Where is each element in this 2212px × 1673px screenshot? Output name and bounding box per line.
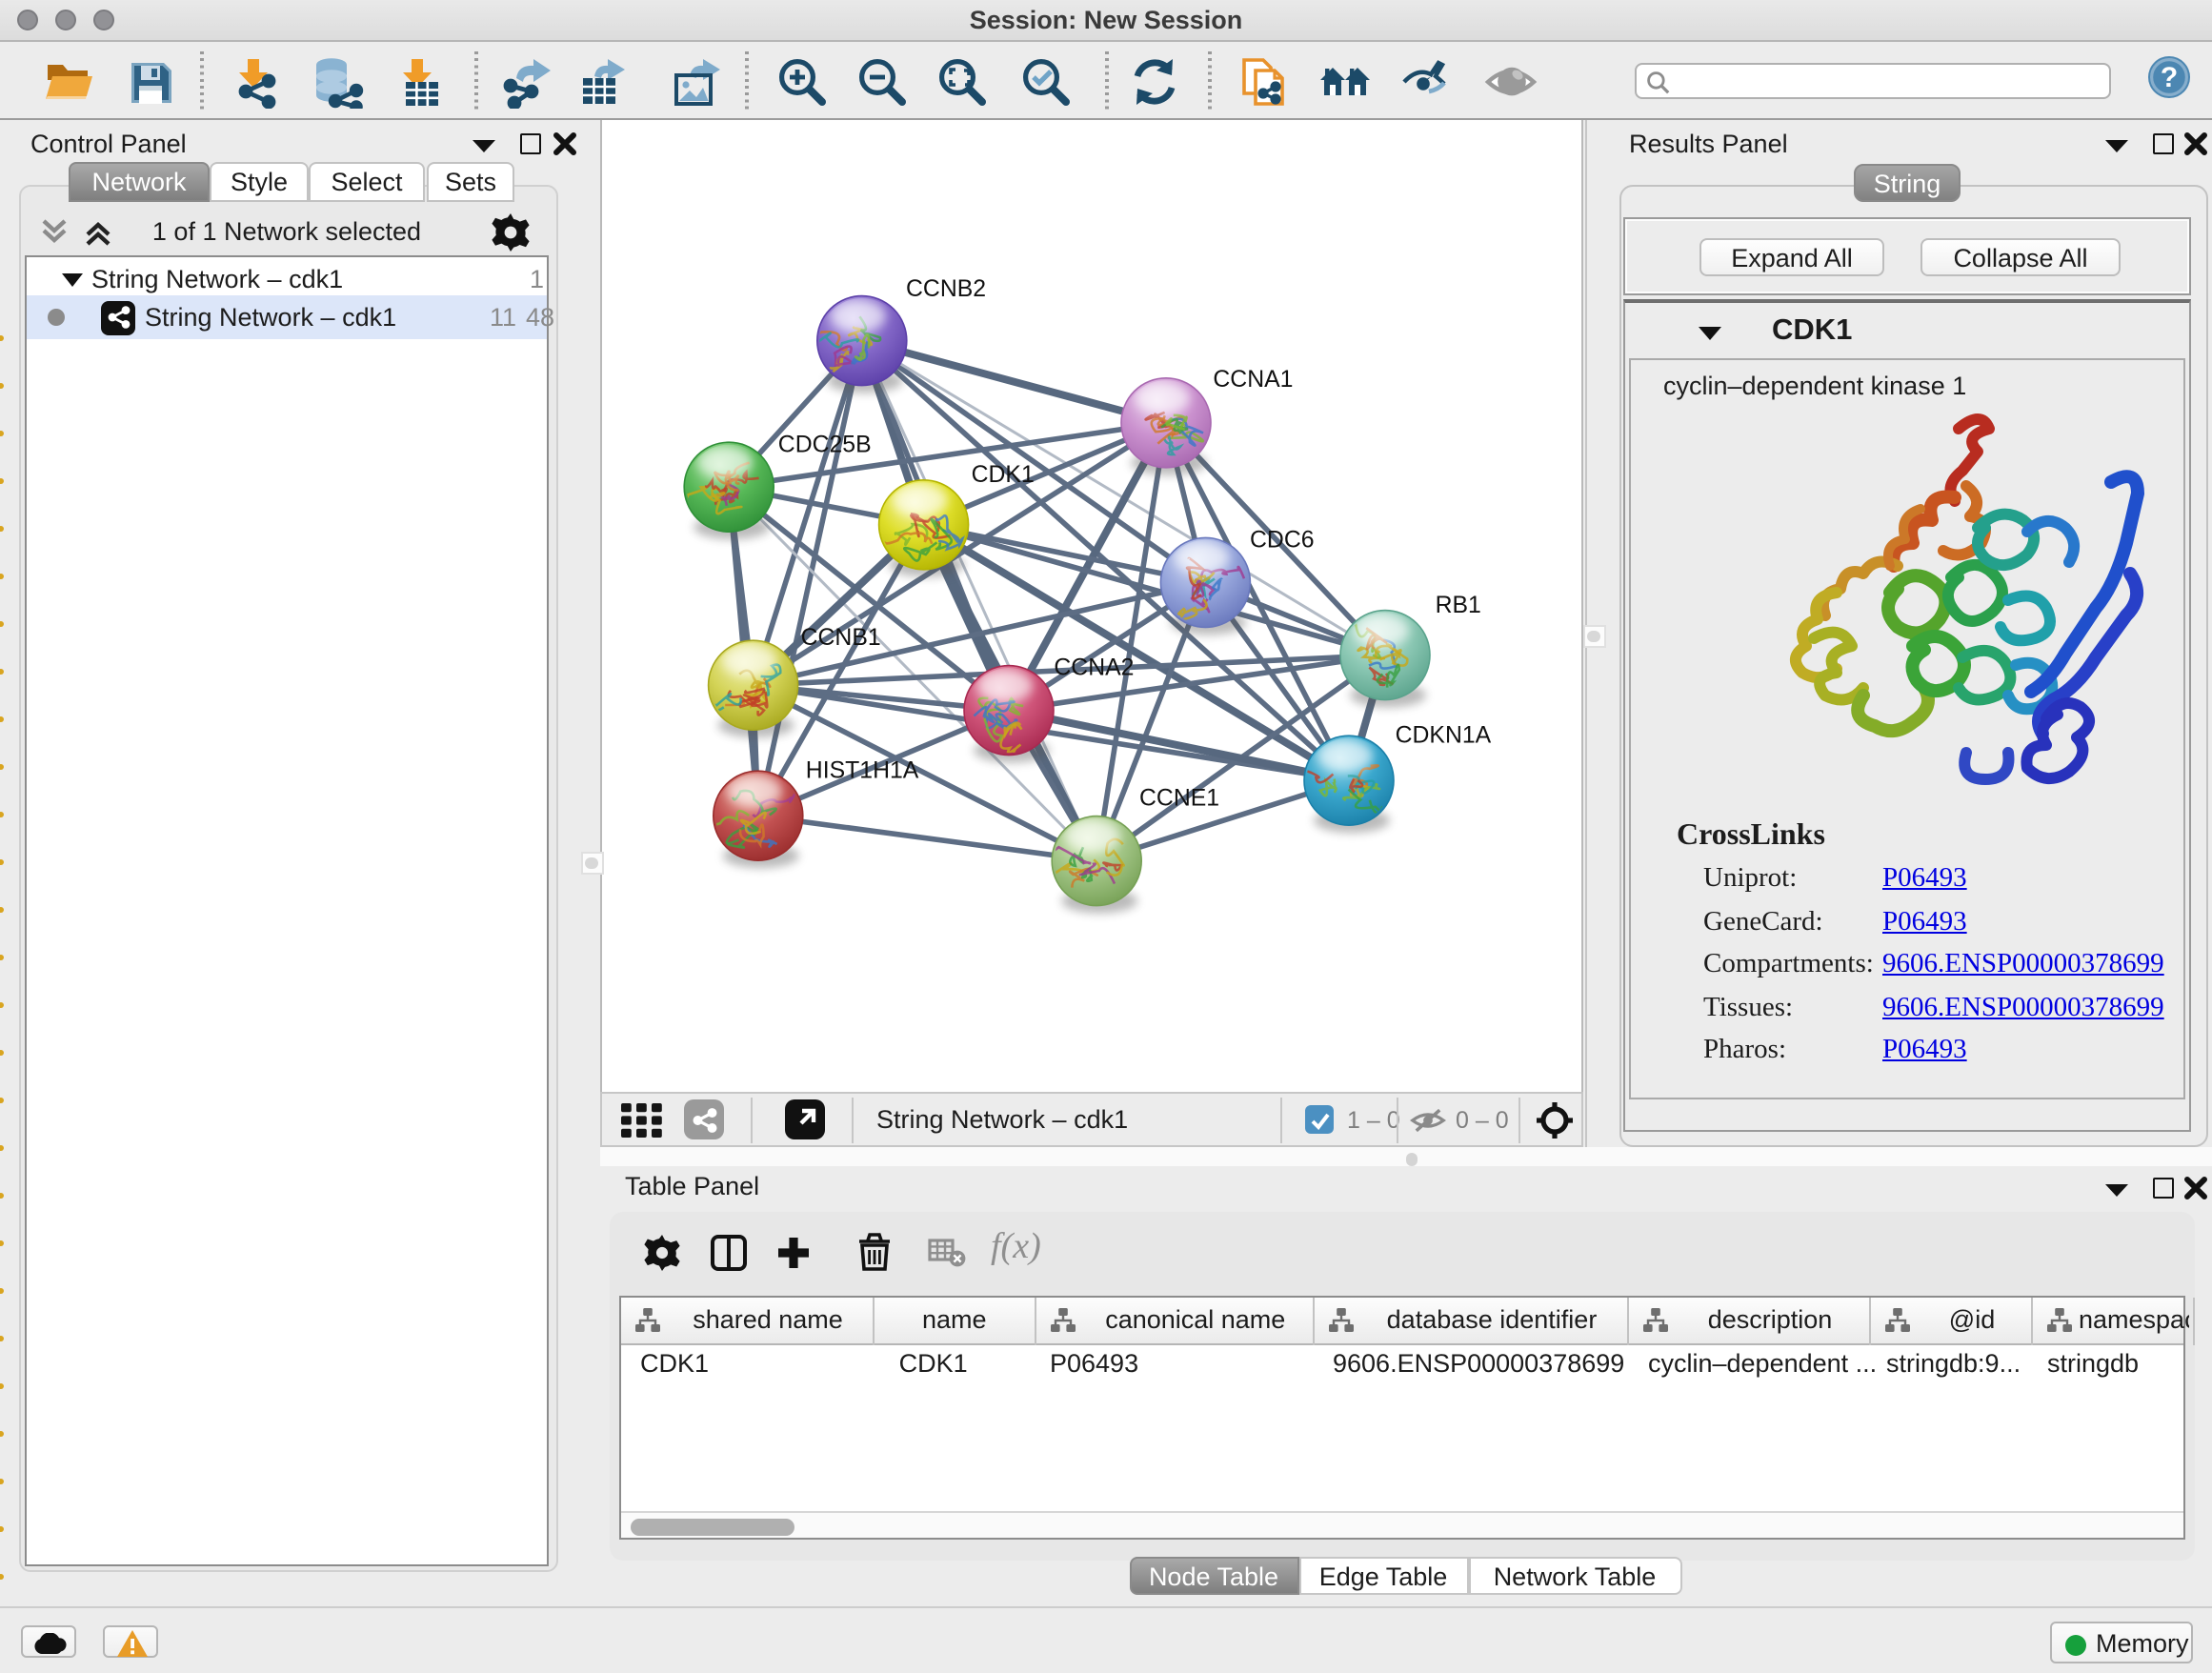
svg-text:CDKN1A: CDKN1A xyxy=(1396,723,1492,749)
svg-text:CDK1: CDK1 xyxy=(972,462,1035,488)
svg-text:CCNA1: CCNA1 xyxy=(1213,367,1293,393)
svg-text:CCNB2: CCNB2 xyxy=(906,276,986,302)
svg-text:CCNA2: CCNA2 xyxy=(1054,655,1134,681)
svg-text:?: ? xyxy=(2161,62,2178,93)
svg-text:CDC6: CDC6 xyxy=(1250,528,1315,554)
svg-text:CDC25B: CDC25B xyxy=(778,432,872,457)
svg-text:RB1: RB1 xyxy=(1436,593,1481,618)
svg-text:HIST1H1A: HIST1H1A xyxy=(806,758,919,784)
svg-text:CCNB1: CCNB1 xyxy=(801,625,881,651)
svg-text:CCNE1: CCNE1 xyxy=(1139,786,1219,812)
